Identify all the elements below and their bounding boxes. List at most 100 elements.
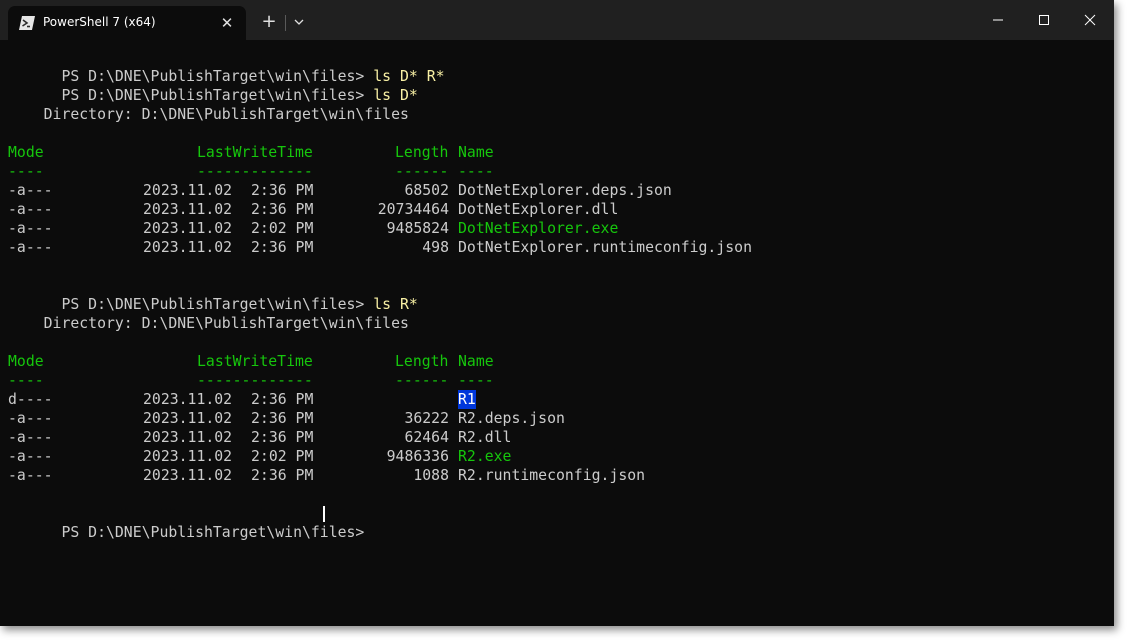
close-window-button[interactable]	[1067, 0, 1113, 40]
header-lastwritetime: LastWriteTime	[197, 144, 313, 161]
row-mode: -a---	[8, 448, 53, 465]
row-date: 2023.11.02	[143, 182, 233, 199]
table-row: -a--- 2023.11.02 2:36 PM 62464 R2.dll	[8, 428, 1008, 447]
row-time: 2:36 PM	[251, 201, 314, 218]
row-date: 2023.11.02	[143, 429, 233, 446]
row-length: 1088	[413, 467, 449, 484]
chevron-down-icon[interactable]	[290, 13, 308, 31]
row-date: 2023.11.02	[143, 220, 233, 237]
row-time: 2:02 PM	[251, 448, 314, 465]
command-line: PS D:\DNE\PublishTarget\win\files> ls D*…	[8, 48, 444, 85]
row-mode: -a---	[8, 410, 53, 427]
row-name: R2.dll	[458, 429, 512, 446]
prompt: PS D:\DNE\PublishTarget\win\files>	[61, 296, 374, 313]
row-mode: -a---	[8, 429, 53, 446]
minimize-icon	[993, 19, 1003, 21]
close-tab-icon[interactable]: ✕	[218, 14, 236, 32]
row-name: R1	[458, 390, 476, 409]
row-date: 2023.11.02	[143, 410, 233, 427]
row-length: 9486336	[386, 448, 449, 465]
row-length: 68502	[404, 182, 449, 199]
row-name: DotNetExplorer.runtimeconfig.json	[458, 239, 752, 256]
table-row: -a--- 2023.11.02 2:36 PM 36222 R2.deps.j…	[8, 409, 1008, 428]
underline-length: ------	[395, 372, 449, 389]
table-row: -a--- 2023.11.02 2:02 PM 9485824 DotNetE…	[8, 219, 1008, 238]
row-name: R2.runtimeconfig.json	[458, 467, 646, 484]
row-time: 2:36 PM	[251, 391, 314, 408]
row-time: 2:36 PM	[251, 429, 314, 446]
plus-icon[interactable]: +	[259, 12, 279, 32]
table-row: -a--- 2023.11.02 2:02 PM 9486336 R2.exe	[8, 447, 1008, 466]
header-name: Name	[458, 353, 494, 370]
table-row: -a--- 2023.11.02 2:36 PM 20734464 DotNet…	[8, 200, 1008, 219]
row-time: 2:02 PM	[251, 220, 314, 237]
command-text: ls D*	[373, 87, 418, 104]
row-date: 2023.11.02	[143, 201, 233, 218]
tab-divider	[285, 15, 286, 31]
underline-mode: ----	[8, 372, 44, 389]
row-name: R2.exe	[458, 448, 512, 465]
row-mode: -a---	[8, 467, 53, 484]
table-row: -a--- 2023.11.02 2:36 PM 498 DotNetExplo…	[8, 238, 1008, 257]
header-lastwritetime: LastWriteTime	[197, 353, 313, 370]
row-length: 498	[422, 239, 449, 256]
row-length: 9485824	[386, 220, 449, 237]
close-icon	[1084, 14, 1096, 26]
row-name: R2.deps.json	[458, 410, 565, 427]
header-mode: Mode	[8, 353, 44, 370]
command-line: PS D:\DNE\PublishTarget\win\files> ls R*	[8, 276, 417, 313]
directory-label: Directory: D:\DNE\PublishTarget\win\file…	[8, 315, 409, 332]
underline-name: ----	[458, 372, 494, 389]
header-length: Length	[395, 353, 449, 370]
row-time: 2:36 PM	[251, 239, 314, 256]
table-row: d---- 2023.11.02 2:36 PM R1	[8, 390, 1008, 409]
row-length: 36222	[404, 410, 449, 427]
row-name: DotNetExplorer.dll	[458, 201, 619, 218]
table-header: Mode LastWriteTime Length Name	[8, 352, 1008, 371]
underline-length: ------	[395, 163, 449, 180]
tab-title: PowerShell 7 (x64)	[43, 15, 156, 29]
maximize-button[interactable]	[1021, 0, 1067, 40]
row-date: 2023.11.02	[143, 448, 233, 465]
text-cursor	[323, 506, 325, 522]
table-header: Mode LastWriteTime Length Name	[8, 143, 1008, 162]
underline-name: ----	[458, 163, 494, 180]
terminal-window: PowerShell 7 (x64) ✕ + PS D:\DNE\Publish…	[0, 0, 1114, 626]
table-header-underline: ---- ------------- ------ ----	[8, 162, 1008, 181]
title-bar[interactable]: PowerShell 7 (x64) ✕ +	[0, 0, 1114, 40]
prompt: PS D:\DNE\PublishTarget\win\files>	[61, 524, 374, 541]
row-name: DotNetExplorer.deps.json	[458, 182, 672, 199]
row-mode: -a---	[8, 201, 53, 218]
row-name: DotNetExplorer.exe	[458, 220, 619, 237]
table-row: -a--- 2023.11.02 2:36 PM 1088 R2.runtime…	[8, 466, 1008, 485]
row-mode: d----	[8, 391, 53, 408]
row-date: 2023.11.02	[143, 467, 233, 484]
command-line: PS D:\DNE\PublishTarget\win\files> ls D*	[8, 67, 417, 104]
row-time: 2:36 PM	[251, 467, 314, 484]
row-mode: -a---	[8, 239, 53, 256]
header-length: Length	[395, 144, 449, 161]
table-row: -a--- 2023.11.02 2:36 PM 68502 DotNetExp…	[8, 181, 1008, 200]
prompt: PS D:\DNE\PublishTarget\win\files>	[61, 87, 374, 104]
powershell-icon	[19, 16, 35, 30]
row-time: 2:36 PM	[251, 410, 314, 427]
underline-lastwritetime: -------------	[197, 372, 313, 389]
tab-powershell[interactable]: PowerShell 7 (x64) ✕	[8, 6, 246, 40]
underline-lastwritetime: -------------	[197, 163, 313, 180]
minimize-button[interactable]	[975, 0, 1021, 40]
row-time: 2:36 PM	[251, 182, 314, 199]
header-mode: Mode	[8, 144, 44, 161]
header-name: Name	[458, 144, 494, 161]
row-date: 2023.11.02	[143, 239, 233, 256]
row-length: 20734464	[377, 201, 449, 218]
row-length: 62464	[404, 429, 449, 446]
row-mode: -a---	[8, 182, 53, 199]
table-header-underline: ---- ------------- ------ ----	[8, 371, 1008, 390]
underline-mode: ----	[8, 163, 44, 180]
command-line[interactable]: PS D:\DNE\PublishTarget\win\files>	[8, 504, 408, 541]
row-date: 2023.11.02	[143, 391, 233, 408]
terminal-output[interactable]: PS D:\DNE\PublishTarget\win\files> ls D*…	[8, 48, 1108, 618]
row-mode: -a---	[8, 220, 53, 237]
command-text: ls R*	[373, 296, 418, 313]
maximize-icon	[1039, 15, 1049, 25]
